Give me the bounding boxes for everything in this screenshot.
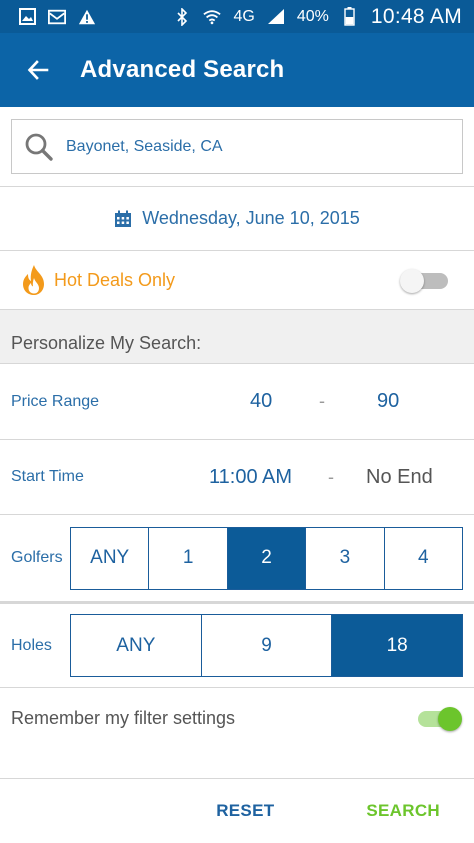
holes-option-9[interactable]: 9	[200, 615, 332, 676]
date-picker[interactable]: Wednesday, June 10, 2015	[0, 187, 474, 251]
image-icon	[18, 8, 36, 26]
network-type: 4G	[233, 7, 255, 25]
start-time-from[interactable]: 11:00 AM	[209, 466, 314, 489]
status-bar-left	[18, 8, 96, 26]
app-bar: Advanced Search	[0, 33, 474, 107]
battery-percent: 40%	[296, 7, 329, 25]
hot-deals-label-group: Hot Deals Only	[20, 264, 175, 296]
hot-deals-label: Hot Deals Only	[54, 269, 176, 290]
holes-row: Holes ANY 9 18	[0, 602, 474, 688]
golfers-option-4[interactable]: 4	[383, 527, 463, 589]
signal-icon	[267, 8, 285, 26]
status-bar: 4G 40% 10:48 AM	[0, 0, 474, 33]
date-label: Wednesday, June 10, 2015	[142, 208, 360, 228]
golfers-label: Golfers	[11, 549, 63, 566]
start-time-row: Start Time 11:00 AM - No End	[0, 440, 474, 515]
warning-icon	[78, 8, 96, 26]
clock: 10:48 AM	[370, 4, 462, 28]
toggle-thumb	[400, 269, 424, 293]
search-input[interactable]: Bayonet, Seaside, CA	[11, 119, 463, 174]
personalize-header: Personalize My Search:	[0, 310, 474, 364]
price-range-row: Price Range 40 - 90	[0, 364, 474, 440]
status-bar-right: 4G 40% 10:48 AM	[173, 5, 462, 29]
remember-label: Remember my filter settings	[11, 707, 236, 728]
search-value: Bayonet, Seaside, CA	[66, 137, 223, 155]
start-time-to[interactable]: No End	[366, 466, 433, 489]
search-section: Bayonet, Seaside, CA	[0, 107, 474, 187]
back-button[interactable]	[22, 54, 54, 86]
golfers-selector: ANY 1 2 3 4	[70, 526, 463, 590]
page-title: Advanced Search	[80, 56, 285, 83]
hot-deals-toggle[interactable]	[400, 266, 452, 294]
golfers-option-any[interactable]: ANY	[71, 527, 149, 589]
calendar-icon	[115, 210, 132, 227]
golfers-option-3[interactable]: 3	[305, 527, 384, 589]
price-max[interactable]: 90	[377, 390, 399, 413]
toggle-thumb	[438, 707, 462, 731]
golfers-row: Golfers ANY 1 2 3 4	[0, 515, 474, 602]
holes-option-18[interactable]: 18	[331, 615, 463, 676]
holes-label: Holes	[11, 636, 52, 654]
price-separator: -	[319, 391, 325, 411]
wifi-icon	[203, 8, 222, 26]
bluetooth-icon	[173, 7, 191, 26]
price-range-label: Price Range	[11, 392, 100, 410]
holes-option-any[interactable]: ANY	[71, 615, 201, 676]
holes-selector: ANY 9 18	[70, 614, 463, 677]
search-button[interactable]: SEARCH	[366, 801, 440, 821]
price-min[interactable]: 40	[250, 390, 295, 413]
mail-icon	[48, 8, 66, 26]
remember-toggle[interactable]	[410, 704, 462, 732]
start-time-separator: -	[328, 466, 334, 487]
remember-row: Remember my filter settings	[0, 688, 474, 748]
start-time-label: Start Time	[11, 468, 84, 485]
golfers-option-1[interactable]: 1	[148, 527, 227, 589]
hot-deals-row: Hot Deals Only	[0, 251, 474, 310]
battery-icon	[341, 7, 359, 26]
flame-icon	[23, 265, 44, 295]
footer-actions: RESET SEARCH	[0, 778, 474, 843]
reset-button[interactable]: RESET	[216, 801, 274, 821]
golfers-option-2[interactable]: 2	[226, 527, 306, 589]
search-icon	[25, 133, 53, 161]
arrow-left-icon	[27, 60, 49, 80]
